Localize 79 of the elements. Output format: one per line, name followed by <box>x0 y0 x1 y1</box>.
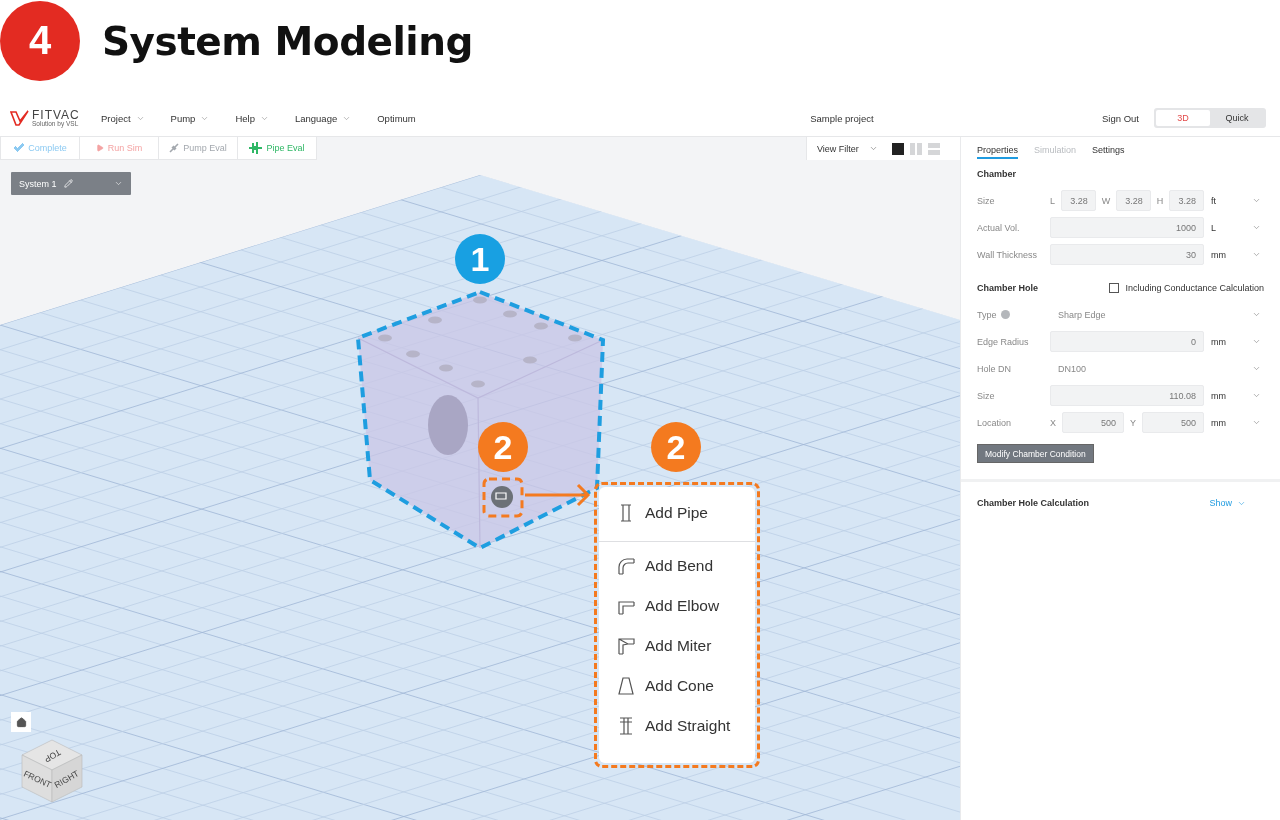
sign-out-link[interactable]: Sign Out <box>1102 112 1139 124</box>
number-field[interactable]: 3.28 <box>1169 190 1204 211</box>
conductance-checkbox[interactable]: Including Conductance Calculation <box>1109 283 1264 293</box>
chevron-icon <box>1252 364 1261 373</box>
number-field[interactable]: 3.28 <box>1116 190 1151 211</box>
chevron-icon <box>1252 418 1261 427</box>
pipe-tool-icon[interactable] <box>491 486 513 508</box>
bend-fitting-icon <box>617 556 635 576</box>
section-title: Chamber Hole <box>977 283 1038 293</box>
chevron-icon <box>868 144 878 153</box>
logo-icon <box>10 110 30 126</box>
page-title: System Modeling <box>102 18 473 64</box>
layout-icon[interactable] <box>891 142 904 155</box>
highlight-frame <box>482 477 524 518</box>
chevron-icon <box>1252 250 1261 259</box>
menu-item[interactable]: Add Miter <box>599 626 755 666</box>
home-icon <box>15 716 27 728</box>
field-label: Hole DN <box>977 363 1011 374</box>
step-badge: 4 <box>0 0 80 81</box>
unit-select[interactable]: ft <box>1204 195 1252 206</box>
system-select[interactable]: System 1 <box>11 172 131 195</box>
unit-select[interactable]: mm <box>1204 417 1252 428</box>
section-title: Chamber Hole Calculation <box>977 498 1090 508</box>
field-label: Location <box>977 417 1012 428</box>
menu-item[interactable]: Add Pipe <box>599 493 755 533</box>
axis-label: Y <box>1130 417 1136 428</box>
nav-menu[interactable]: Help <box>235 112 269 124</box>
number-field[interactable]: 500 <box>1142 412 1204 433</box>
arrow <box>523 483 591 507</box>
menu-item[interactable]: Add Cone <box>599 666 755 706</box>
menu-item[interactable]: Add Elbow <box>599 586 755 626</box>
number-field[interactable]: 1000 <box>1050 217 1204 238</box>
field-label: Size <box>977 195 995 206</box>
number-field[interactable]: 500 <box>1062 412 1124 433</box>
select-value[interactable]: Sharp Edge <box>1050 309 1106 320</box>
home-button[interactable] <box>11 712 31 732</box>
mode-option[interactable]: 3D <box>1156 110 1210 126</box>
chevron-icon <box>1252 337 1261 346</box>
project-name: Sample project <box>809 112 875 124</box>
unit-select[interactable]: mm <box>1204 390 1252 401</box>
nav-menu[interactable]: Project <box>101 112 145 124</box>
chevron-icon <box>114 179 123 188</box>
nav-menu[interactable]: Pump <box>170 112 210 124</box>
field-label: Type <box>977 309 997 320</box>
mode-option[interactable]: Quick <box>1210 110 1264 126</box>
section-title: Chamber <box>977 169 1016 179</box>
nav-menu[interactable]: Language <box>294 112 352 124</box>
chevron-icon <box>1252 223 1261 232</box>
nav-menu[interactable]: Optimum <box>377 112 416 124</box>
number-field[interactable]: 30 <box>1050 244 1204 265</box>
chevron-icon <box>1252 196 1261 205</box>
number-field[interactable]: 110.08 <box>1050 385 1204 406</box>
field-label: Edge Radius <box>977 336 1029 347</box>
axis-label: X <box>1050 417 1056 428</box>
view-filter-select[interactable]: View Filter <box>817 143 878 154</box>
straight-fitting-icon <box>617 716 635 736</box>
panel-tab[interactable]: Properties <box>977 145 1019 159</box>
menu-item[interactable]: Add Bend <box>599 546 755 586</box>
unit-select[interactable]: L <box>1204 222 1252 233</box>
number-field[interactable]: 0 <box>1050 331 1204 352</box>
miter-fitting-icon <box>617 636 635 656</box>
axis-label: W <box>1101 195 1111 206</box>
axis-label: H <box>1156 195 1164 206</box>
select-value[interactable]: DN100 <box>1050 363 1086 374</box>
panel-tab[interactable]: Settings <box>1092 145 1125 159</box>
pencil-icon <box>63 179 73 188</box>
cone-fitting-icon <box>617 676 635 696</box>
field-label: Wall Thickness <box>977 249 1038 260</box>
axis-label: L <box>1050 195 1055 206</box>
chevron-icon <box>1252 391 1261 400</box>
unit-select[interactable]: mm <box>1204 336 1252 347</box>
modify-chamber-button[interactable]: Modify Chamber Condition <box>977 444 1094 463</box>
chevron-icon <box>1252 310 1261 319</box>
number-field[interactable]: 3.28 <box>1061 190 1096 211</box>
logo-text: FITVAC <box>32 108 80 121</box>
field-label: Actual Vol. <box>977 222 1020 233</box>
unit-select[interactable]: mm <box>1204 249 1252 260</box>
field-label: Size <box>977 390 995 401</box>
menu-item[interactable]: Add Straight <box>599 706 755 746</box>
